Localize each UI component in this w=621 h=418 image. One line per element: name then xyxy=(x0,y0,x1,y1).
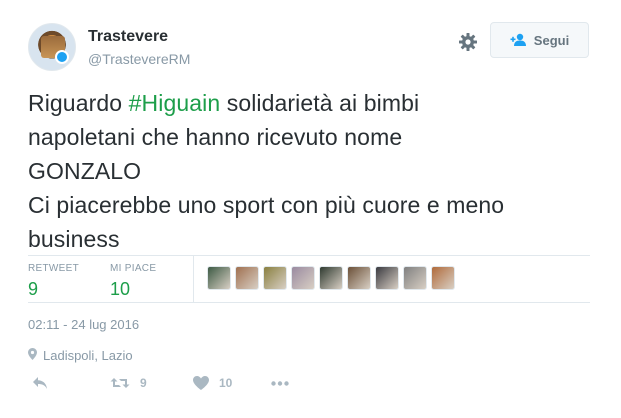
liker-avatar[interactable] xyxy=(403,266,427,290)
liker-avatar[interactable] xyxy=(319,266,343,290)
retweet-count: 9 xyxy=(28,279,39,299)
liker-avatar[interactable] xyxy=(291,266,315,290)
liker-avatar[interactable] xyxy=(235,266,259,290)
tweet-line: GONZALO xyxy=(28,158,142,184)
tweet-text-segment: solidarietà ai bimbi xyxy=(220,90,420,116)
liker-avatar[interactable] xyxy=(207,266,231,290)
like-button[interactable]: 10 xyxy=(193,376,232,390)
hashtag-link[interactable]: #Higuain xyxy=(129,90,221,116)
like-stat[interactable]: MI PIACE 10 xyxy=(110,263,156,300)
tweet-line: Riguardo #Higuain solidarietà ai bimbi xyxy=(28,86,598,120)
avatar[interactable] xyxy=(28,23,76,71)
add-user-icon xyxy=(510,33,528,47)
gear-icon[interactable] xyxy=(458,32,478,52)
reply-icon xyxy=(32,376,48,390)
stats-separator xyxy=(193,256,194,302)
likers-avatars xyxy=(207,266,455,290)
tweet-stats: RETWEET 9 MI PIACE 10 xyxy=(28,256,590,302)
retweet-action-count: 9 xyxy=(140,376,147,390)
reply-button[interactable] xyxy=(32,376,48,390)
retweet-stat[interactable]: RETWEET 9 xyxy=(28,263,79,300)
heart-icon xyxy=(193,376,209,390)
tweet-location[interactable]: Ladispoli, Lazio xyxy=(28,348,133,363)
tweet-header: Trastevere @TrastevereRM Segui xyxy=(28,20,598,71)
tweet-line: Ci piacerebbe uno sport con più cuore e … xyxy=(28,192,505,218)
divider xyxy=(28,302,590,303)
retweet-button[interactable]: 9 xyxy=(110,376,147,390)
user-name[interactable]: Trastevere xyxy=(88,28,168,46)
liker-avatar[interactable] xyxy=(347,266,371,290)
liker-avatar[interactable] xyxy=(263,266,287,290)
tweet-line: business xyxy=(28,226,120,252)
follow-button[interactable]: Segui xyxy=(490,22,589,58)
follow-button-label: Segui xyxy=(533,32,570,48)
tweet-timestamp[interactable]: 02:11 - 24 lug 2016 xyxy=(28,317,139,332)
retweet-label: RETWEET xyxy=(28,263,79,274)
tweet-line: napoletani che hanno ricevuto nome xyxy=(28,124,403,150)
user-handle[interactable]: @TrastevereRM xyxy=(88,51,190,67)
liker-avatar[interactable] xyxy=(431,266,455,290)
like-label: MI PIACE xyxy=(110,263,157,274)
tweet-actions: 9 10 xyxy=(28,372,598,398)
more-dots-icon xyxy=(271,381,289,386)
more-button[interactable] xyxy=(271,381,289,386)
like-action-count: 10 xyxy=(219,376,233,390)
like-count: 10 xyxy=(110,279,131,299)
tweet-text: Riguardo #Higuain solidarietà ai bimbi n… xyxy=(28,86,598,256)
tweet-text-segment: Riguardo xyxy=(28,90,129,116)
liker-avatar[interactable] xyxy=(375,266,399,290)
location-label: Ladispoli, Lazio xyxy=(43,348,133,363)
location-pin-icon xyxy=(28,348,37,363)
retweet-icon xyxy=(110,376,130,390)
